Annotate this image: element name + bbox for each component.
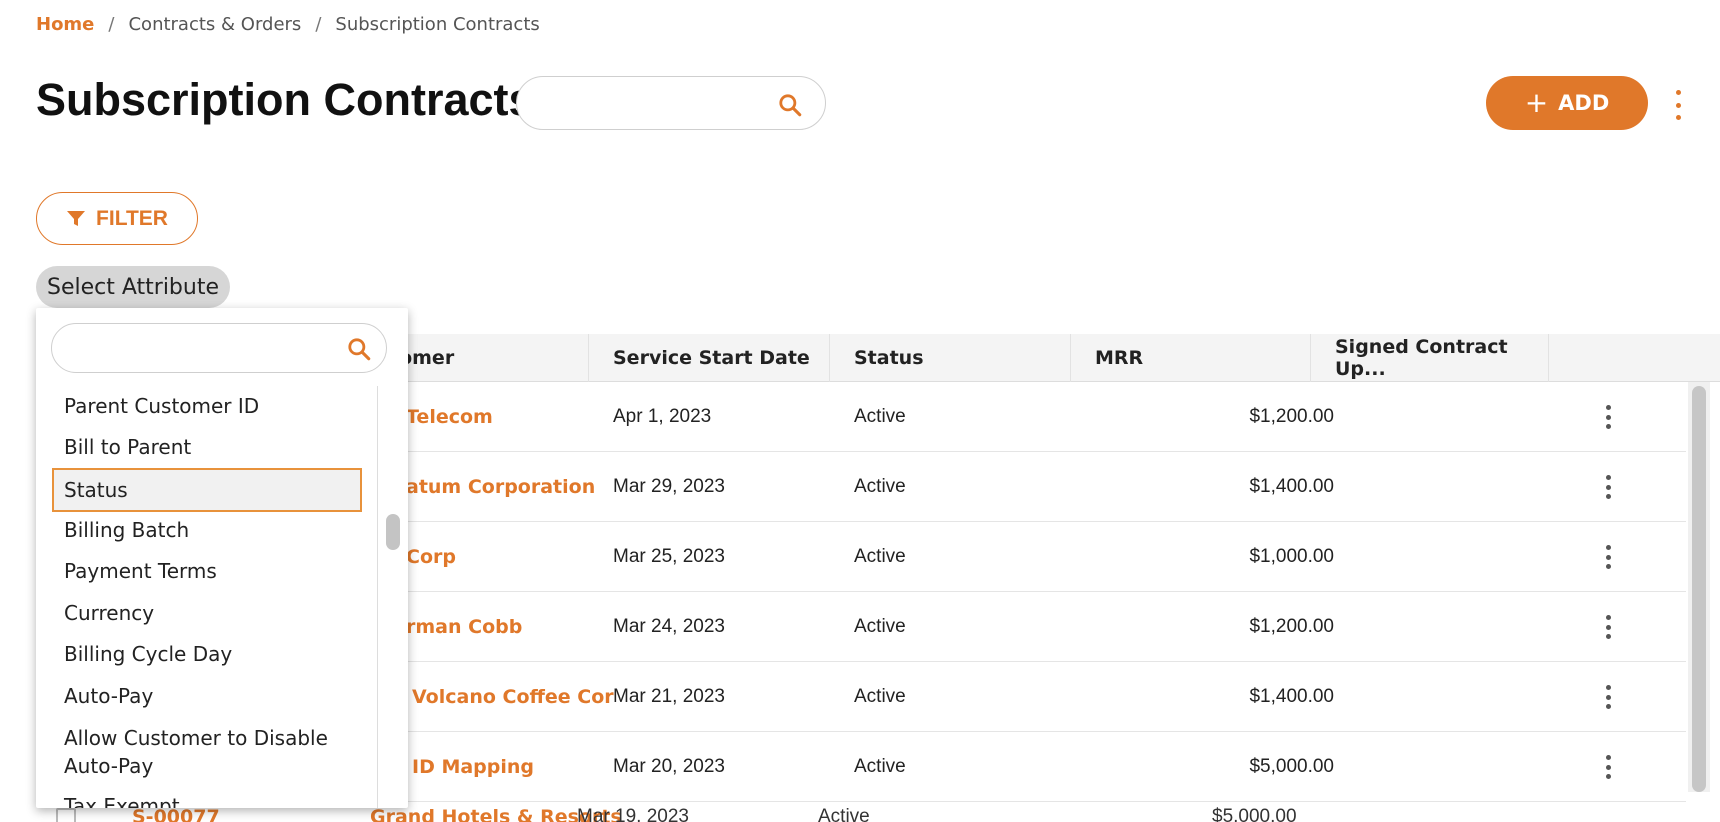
mrr-value: $1,000.00 xyxy=(1249,546,1334,567)
attribute-option[interactable]: Tax Exempt xyxy=(52,792,362,808)
mrr-value: $5,000.00 xyxy=(1212,806,1297,822)
contract-id-link[interactable]: S-00077 xyxy=(132,806,220,822)
breadcrumb-separator: / xyxy=(108,14,115,35)
service-start-date: Mar 29, 2023 xyxy=(613,476,725,497)
breadcrumb-home-link[interactable]: Home xyxy=(36,14,94,35)
column-header-status[interactable]: Status xyxy=(829,334,1070,382)
search-icon[interactable] xyxy=(346,336,372,362)
plus-icon: + xyxy=(1524,86,1549,119)
customer-link[interactable]: ID Mapping xyxy=(412,732,621,802)
column-header-service-start-date[interactable]: Service Start Date xyxy=(588,334,829,382)
status-value: Active xyxy=(854,476,906,497)
attribute-option-list: Parent Customer ID Bill to Parent Status… xyxy=(36,386,378,808)
select-attribute-dropdown: Parent Customer ID Bill to Parent Status… xyxy=(36,308,408,808)
add-button-label: ADD xyxy=(1558,91,1610,115)
mrr-value: $1,400.00 xyxy=(1249,476,1334,497)
attribute-option[interactable]: Bill to Parent xyxy=(52,433,362,461)
column-header-actions xyxy=(1548,334,1720,382)
breadcrumb: Home / Contracts & Orders / Subscription… xyxy=(36,14,540,35)
attribute-option[interactable]: Allow Customer to Disable Auto-Pay xyxy=(52,724,352,780)
status-value: Active xyxy=(854,616,906,637)
status-value: Active xyxy=(818,806,870,822)
status-value: Active xyxy=(854,756,906,777)
row-actions-kebab-icon[interactable] xyxy=(1604,685,1612,709)
row-checkbox[interactable] xyxy=(56,808,76,822)
service-start-date: Mar 20, 2023 xyxy=(613,756,725,777)
service-start-date: Apr 1, 2023 xyxy=(613,406,712,427)
mrr-value: $1,200.00 xyxy=(1249,616,1334,637)
row-actions-kebab-icon[interactable] xyxy=(1604,615,1612,639)
attribute-option[interactable]: Payment Terms xyxy=(52,557,362,585)
row-actions-kebab-icon[interactable] xyxy=(1604,405,1612,429)
attribute-option-selected[interactable]: Status xyxy=(52,468,362,512)
more-options-kebab-icon[interactable] xyxy=(1668,90,1688,120)
status-value: Active xyxy=(854,406,906,427)
attribute-option[interactable]: Billing Cycle Day xyxy=(52,640,362,668)
customer-link[interactable]: Telecom xyxy=(406,382,621,452)
search-box xyxy=(516,76,826,130)
column-header-signed-contract[interactable]: Signed Contract Up... xyxy=(1310,334,1548,382)
filter-button[interactable]: FILTER xyxy=(36,192,198,245)
breadcrumb-separator: / xyxy=(315,14,322,35)
service-start-date: Mar 25, 2023 xyxy=(613,546,725,567)
customer-link[interactable]: Corp xyxy=(406,522,621,592)
filter-button-label: FILTER xyxy=(96,206,168,230)
column-header-mrr[interactable]: MRR xyxy=(1070,334,1310,382)
row-actions-kebab-icon[interactable] xyxy=(1604,475,1612,499)
funnel-icon xyxy=(67,210,86,226)
add-button[interactable]: + ADD xyxy=(1486,76,1648,130)
status-value: Active xyxy=(854,546,906,567)
customer-link[interactable]: Volcano Coffee Cor xyxy=(412,662,621,732)
dropdown-scrollbar-thumb[interactable] xyxy=(386,514,400,550)
service-start-date: Mar 24, 2023 xyxy=(613,616,725,637)
mrr-value: $1,400.00 xyxy=(1249,686,1334,707)
attribute-search-box xyxy=(51,323,387,373)
search-icon[interactable] xyxy=(777,92,803,118)
attribute-option[interactable]: Currency xyxy=(52,599,362,627)
attribute-option[interactable]: Parent Customer ID xyxy=(52,392,362,420)
attribute-option[interactable]: Auto-Pay xyxy=(52,682,362,710)
row-actions-kebab-icon[interactable] xyxy=(1604,755,1612,779)
table-scrollbar-thumb[interactable] xyxy=(1692,386,1706,792)
attribute-search-input[interactable] xyxy=(68,333,328,363)
customer-link[interactable]: atum Corporation xyxy=(406,452,621,522)
select-attribute-chip[interactable]: Select Attribute xyxy=(36,266,231,308)
breadcrumb-current: Subscription Contracts xyxy=(335,14,540,35)
mrr-value: $1,200.00 xyxy=(1249,406,1334,427)
page-title: Subscription Contracts xyxy=(36,74,534,125)
mrr-value: $5,000.00 xyxy=(1249,756,1334,777)
service-start-date: Mar 21, 2023 xyxy=(613,686,725,707)
search-input[interactable] xyxy=(537,87,767,119)
attribute-option[interactable]: Billing Batch xyxy=(52,516,362,544)
status-value: Active xyxy=(854,686,906,707)
service-start-date: Mar 19, 2023 xyxy=(577,806,689,822)
breadcrumb-contracts-orders-link[interactable]: Contracts & Orders xyxy=(128,14,301,35)
customer-link[interactable]: rman Cobb xyxy=(406,592,621,662)
row-actions-kebab-icon[interactable] xyxy=(1604,545,1612,569)
